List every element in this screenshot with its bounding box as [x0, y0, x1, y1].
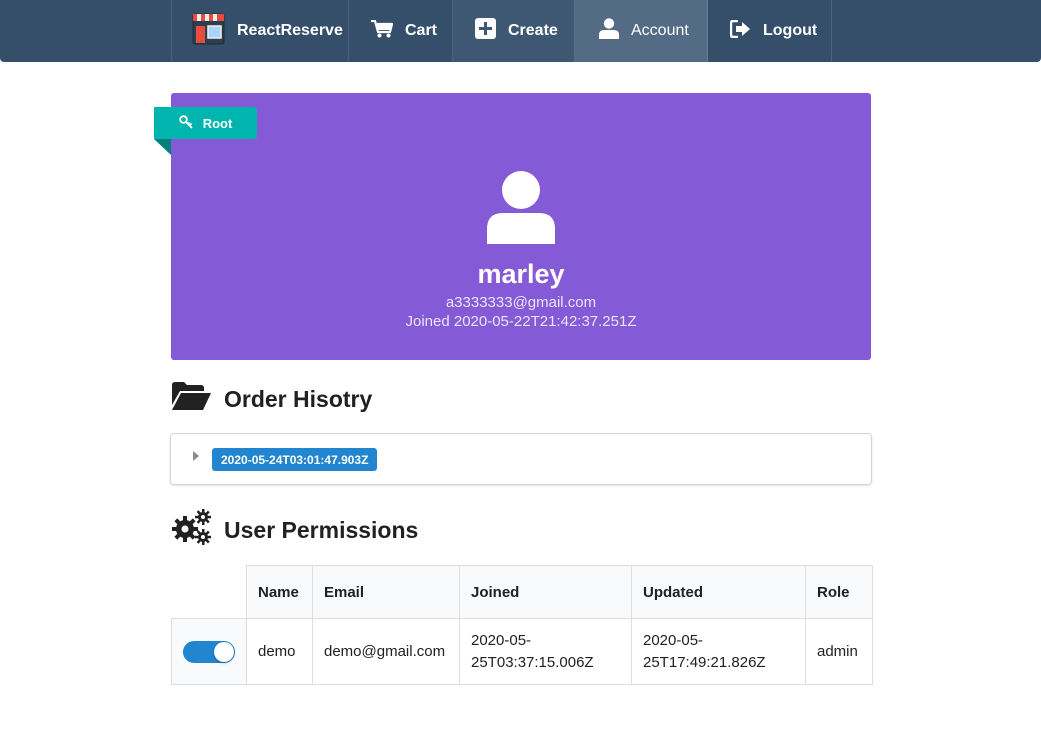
user-permissions-title: User Permissions: [224, 516, 419, 543]
avatar-user-icon: [487, 171, 555, 248]
order-accordion: 2020-05-24T03:01:47.903Z: [170, 433, 872, 485]
nav-create-label: Create: [508, 22, 558, 39]
top-navbar: ReactReserve Cart Create Account Logout: [0, 0, 1041, 62]
cart-icon: [371, 19, 405, 43]
ribbon-fold: [154, 139, 171, 155]
header-email: Email: [312, 565, 460, 619]
cell-joined: 2020-05- 25T03:37:15.006Z: [459, 618, 632, 685]
cell-joined-line1: 2020-05-: [471, 631, 532, 649]
nav-brand-link[interactable]: ReactReserve: [171, 0, 349, 62]
table-header-row: Name Email Joined Updated Role: [171, 565, 873, 619]
avatar: [487, 171, 555, 249]
profile-card: Root marley a3333333@gmail.com Joined 20…: [154, 93, 871, 360]
nav-create-link[interactable]: Create: [453, 0, 575, 62]
nav-logout-label: Logout: [763, 22, 818, 39]
key-icon: [178, 114, 203, 132]
order-history-heading: Order Hisotry: [172, 382, 372, 416]
folder-open-icon: [172, 382, 224, 416]
caret-right-icon[interactable]: [193, 451, 199, 461]
role-ribbon-label: Root: [202, 115, 233, 131]
role-ribbon: Root: [154, 107, 257, 139]
profile-name: marley: [477, 259, 565, 289]
profile-email: a3333333@gmail.com: [445, 294, 597, 311]
cell-name: demo: [246, 618, 313, 685]
plus-square-icon: [475, 18, 508, 44]
nav-account-link[interactable]: Account: [575, 0, 708, 62]
admin-toggle[interactable]: [183, 640, 235, 663]
cell-updated-line1: 2020-05-: [643, 631, 704, 649]
user-icon: [599, 18, 631, 44]
order-date-label[interactable]: 2020-05-24T03:01:47.903Z: [212, 448, 378, 471]
sign-out-icon: [729, 19, 763, 43]
user-permissions-heading: User Permissions: [172, 509, 418, 551]
cogs-icon: [172, 509, 224, 551]
nav-brand-label: ReactReserve: [237, 22, 343, 39]
profile-joined-date: Joined 2020-05-22T21:42:37.251Z: [405, 313, 637, 330]
permissions-table: Name Email Joined Updated Role demo demo…: [171, 565, 873, 685]
nav-cart-label: Cart: [405, 22, 438, 39]
header-toggle-column: [171, 565, 247, 619]
header-role: Role: [805, 565, 873, 619]
header-updated: Updated: [631, 565, 806, 619]
cell-updated-line2: 25T17:49:21.826Z: [643, 653, 766, 671]
header-name: Name: [246, 565, 313, 619]
cell-role: admin: [805, 618, 873, 685]
nav-logout-link[interactable]: Logout: [708, 0, 832, 62]
table-row: demo demo@gmail.com 2020-05- 25T03:37:15…: [171, 618, 873, 685]
admin-toggle-cell: [171, 618, 247, 685]
header-joined: Joined: [459, 565, 632, 619]
store-icon: [192, 13, 237, 50]
toggle-knob: [214, 641, 234, 662]
order-history-title: Order Hisotry: [224, 385, 373, 412]
cell-email: demo@gmail.com: [312, 618, 460, 685]
nav-cart-link[interactable]: Cart: [349, 0, 453, 62]
cell-updated: 2020-05- 25T17:49:21.826Z: [631, 618, 806, 685]
nav-account-label: Account: [631, 22, 689, 39]
cell-joined-line2: 25T03:37:15.006Z: [471, 653, 594, 671]
